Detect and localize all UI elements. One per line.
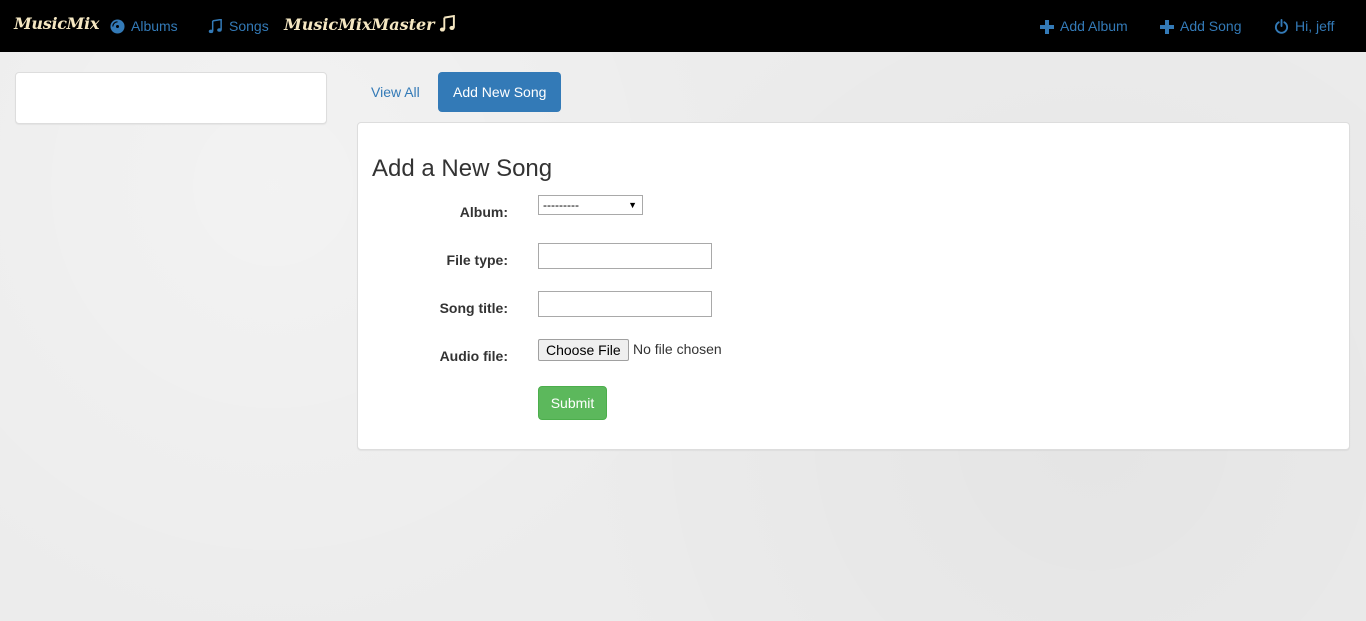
tab-view-all[interactable]: View All [356,72,435,112]
album-select[interactable]: --------- ▼ [538,195,643,215]
audio-file-label: Audio file: [439,348,508,364]
nav-add-album-link[interactable]: Add Album [1040,16,1128,36]
submit-button[interactable]: Submit [538,386,607,420]
music-note-icon [439,14,455,32]
sidebar-panel [15,72,327,124]
music-note-icon [208,18,222,34]
disc-icon [110,19,125,34]
power-icon [1274,19,1289,34]
file-type-label: File type: [446,252,508,268]
master-title-text: MusicMixMaster [284,15,435,34]
nav-albums-link[interactable]: Albums [110,16,178,36]
nav-add-album-label: Add Album [1060,18,1128,34]
plus-icon [1040,20,1054,34]
nav-albums-label: Albums [131,18,178,34]
nav-songs-label: Songs [229,18,269,34]
album-label: Album: [459,204,508,220]
album-select-value: --------- [543,198,579,212]
file-status-text: No file chosen [633,341,722,357]
add-song-panel: Add a New Song Album: --------- ▼ File t… [357,122,1350,450]
tab-add-new-song[interactable]: Add New Song [438,72,561,112]
file-type-input[interactable] [538,243,712,269]
top-navbar: MusicMix Albums Songs MusicMixMaster Add… [0,0,1366,52]
brand-logo[interactable]: MusicMix [14,14,99,33]
master-title: MusicMixMaster [284,14,456,34]
plus-icon [1160,20,1174,34]
chevron-down-icon: ▼ [628,200,637,210]
nav-user-logout-link[interactable]: Hi, jeff [1274,16,1334,36]
page-title: Add a New Song [372,155,553,182]
choose-file-button[interactable]: Choose File [538,339,629,361]
nav-songs-link[interactable]: Songs [208,16,269,36]
song-title-label: Song title: [439,300,508,316]
nav-add-song-label: Add Song [1180,18,1242,34]
song-title-input[interactable] [538,291,712,317]
nav-add-song-link[interactable]: Add Song [1160,16,1242,36]
nav-user-label: Hi, jeff [1295,18,1335,34]
